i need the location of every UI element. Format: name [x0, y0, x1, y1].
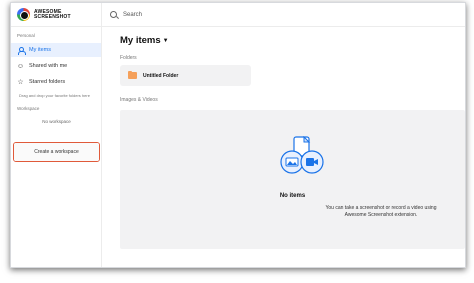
- top-header: AWESOME SCREENSHOT Search: [11, 3, 465, 27]
- sidebar-item-shared-with-me[interactable]: ☺ Shared with me: [11, 59, 101, 73]
- page-title[interactable]: My items ▼: [120, 35, 169, 46]
- folder-card[interactable]: Untitled Folder: [120, 65, 251, 86]
- sidebar-item-label: My items: [29, 47, 51, 53]
- search-input[interactable]: Search: [123, 12, 142, 18]
- personal-section-label: Personal: [17, 33, 35, 38]
- empty-state-panel: No items You can take a screenshot or re…: [120, 110, 465, 249]
- workspace-section-label: Workspace: [17, 106, 40, 111]
- main-content: My items ▼ Folders Untitled Folder Images…: [103, 27, 465, 267]
- caret-down-icon: ▼: [162, 38, 169, 44]
- folder-name: Untitled Folder: [143, 72, 179, 79]
- sidebar: Personal My items ☺ Shared with me ☆ Sta…: [11, 27, 102, 267]
- search-icon: [110, 11, 117, 18]
- page-title-text: My items: [120, 35, 161, 46]
- empty-media-illustration-icon: [280, 136, 324, 174]
- logo-icon: [17, 8, 30, 21]
- folder-icon: [128, 70, 137, 79]
- brand[interactable]: AWESOME SCREENSHOT: [11, 3, 102, 27]
- sidebar-item-label: Starred folders: [29, 79, 66, 85]
- people-icon: ☺: [16, 62, 25, 70]
- person-icon: [17, 46, 26, 55]
- search-bar[interactable]: Search: [110, 11, 142, 18]
- sidebar-item-label: Shared with me: [29, 63, 68, 69]
- images-videos-label: Images & Videos: [120, 97, 158, 103]
- empty-state-description: You can take a screenshot or record a vi…: [325, 205, 437, 218]
- app-window: AWESOME SCREENSHOT Search Personal My it…: [10, 2, 466, 268]
- starred-hint: Drag and drop your favorite folders here: [19, 93, 90, 98]
- no-workspace-text: No workspace: [42, 119, 71, 124]
- create-workspace-button[interactable]: Create a workspace: [13, 142, 100, 162]
- folders-label: Folders: [120, 55, 137, 61]
- create-workspace-label: Create a workspace: [14, 143, 99, 161]
- star-icon: ☆: [17, 78, 24, 86]
- logo-text-line2: SCREENSHOT: [34, 13, 71, 20]
- logo-text: AWESOME SCREENSHOT: [34, 9, 71, 20]
- empty-state-title: No items: [279, 193, 306, 199]
- sidebar-item-starred-folders[interactable]: ☆ Starred folders: [11, 75, 101, 89]
- sidebar-item-my-items[interactable]: My items: [11, 43, 101, 57]
